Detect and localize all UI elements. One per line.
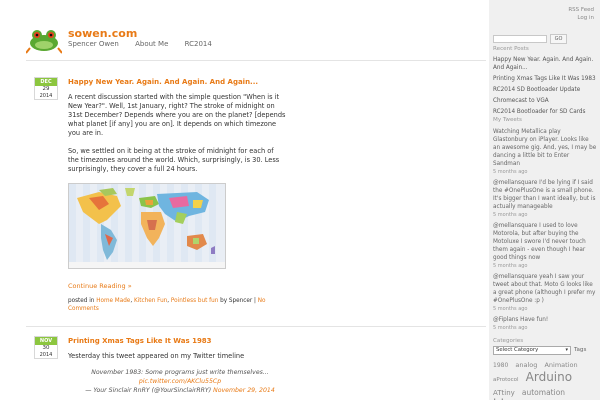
- date-day: 30: [42, 345, 50, 351]
- recent-post-link[interactable]: RC2014 SD Bootloader Update: [493, 86, 597, 94]
- date-year: 2014: [39, 352, 53, 358]
- tweet-text: @mellansquare yeah I saw your tweet abou…: [493, 274, 596, 304]
- post-body: A recent discussion started with the sim…: [68, 93, 286, 183]
- tag-link[interactable]: Arduino: [526, 370, 572, 384]
- tweet-time[interactable]: 5 months ago: [493, 262, 597, 270]
- tag-link[interactable]: Animation: [544, 361, 577, 369]
- main-nav: Spencer Owen About Me RC2014: [68, 40, 226, 48]
- date-month: DEC: [35, 78, 57, 86]
- category-link-kitchen-fun[interactable]: Kitchen Fun: [134, 298, 167, 304]
- continue-reading-link[interactable]: Continue Reading »: [68, 282, 132, 290]
- recent-post-link[interactable]: Chromecast to VGA: [493, 97, 597, 105]
- tweet-time[interactable]: 5 months ago: [493, 305, 597, 313]
- post-paragraph: So, we settled on it being at the stroke…: [68, 147, 280, 173]
- tweet-date-link[interactable]: November 29, 2014: [213, 387, 275, 394]
- tag-link[interactable]: aProtocol: [493, 377, 519, 383]
- timezone-world-map: [68, 183, 226, 269]
- rss-feed-link[interactable]: RSS Feed: [568, 6, 594, 14]
- category-link-pointless-but-fun[interactable]: Pointless but fun: [171, 298, 218, 304]
- post-paragraph: Yesterday this tweet appeared on my Twit…: [68, 352, 245, 360]
- tweet-text: Watching Metallica play Glastonbury on i…: [493, 129, 597, 167]
- tag-link[interactable]: ATtiny: [493, 389, 515, 397]
- chevron-down-icon: ▾: [565, 347, 568, 353]
- meta-prefix: posted in: [68, 298, 97, 304]
- meta-author: by Spencer |: [218, 298, 258, 304]
- search-input[interactable]: [493, 35, 547, 43]
- tag-link[interactable]: automation: [522, 388, 565, 397]
- tweet-author: — Your Sinclair RnRY (@YourSinclairRRY): [85, 387, 214, 394]
- category-select-value: Select Category: [496, 347, 539, 353]
- tweet-time[interactable]: 5 months ago: [493, 324, 597, 332]
- tweet-item: @mellansquare I'd be lying if I said the…: [493, 179, 597, 219]
- tweet-time[interactable]: 5 months ago: [493, 168, 597, 176]
- tag-link[interactable]: analog: [515, 361, 537, 369]
- embedded-tweet: November 1983: Some programs just write …: [80, 368, 280, 395]
- frog-logo[interactable]: [25, 26, 63, 54]
- post-date-badge: DEC 29 2014: [34, 77, 58, 100]
- post-paragraph: A recent discussion started with the sim…: [68, 93, 286, 137]
- recent-post-link[interactable]: Happy New Year. Again. And Again. And Ag…: [493, 56, 597, 72]
- tweet-text: @mellansquare I used to love Motorola, b…: [493, 223, 586, 261]
- tweet-text: @Fiplans Have fun!: [493, 317, 549, 323]
- recent-post-link[interactable]: Printing Xmas Tags Like It Was 1983: [493, 75, 597, 83]
- tweet-text: @mellansquare I'd be lying if I said the…: [493, 180, 596, 210]
- site-title[interactable]: sowen.com: [68, 27, 137, 40]
- post-date-badge: NOV 30 2014: [34, 336, 58, 359]
- post-divider: [26, 326, 486, 327]
- header-divider: [26, 60, 486, 61]
- recent-posts-list: Happy New Year. Again. And Again. And Ag…: [493, 56, 597, 119]
- tweet-item: @mellansquare I used to love Motorola, b…: [493, 222, 597, 270]
- nav-item-about-me[interactable]: About Me: [135, 40, 168, 48]
- tweet-pic-link[interactable]: pic.twitter.com/AKClu55Cp: [139, 378, 221, 385]
- post-title[interactable]: Happy New Year. Again. And Again. And Ag…: [68, 78, 258, 86]
- post-title[interactable]: Printing Xmas Tags Like It Was 1983: [68, 337, 212, 345]
- tweet-time[interactable]: 5 months ago: [493, 211, 597, 219]
- tags-heading: Tags: [574, 347, 587, 353]
- sidebar-meta-links: RSS Feed Log in: [568, 6, 594, 22]
- tweet-list: Watching Metallica play Glastonbury on i…: [493, 128, 597, 335]
- nav-item-rc2014[interactable]: RC2014: [185, 40, 212, 48]
- category-link-home-made[interactable]: Home Made: [96, 298, 130, 304]
- recent-posts-heading: Recent Posts: [493, 46, 529, 52]
- tweet-item: Watching Metallica play Glastonbury on i…: [493, 128, 597, 176]
- date-month: NOV: [35, 337, 57, 345]
- tweet-text: November 1983: Some programs just write …: [91, 369, 269, 376]
- nav-item-spencer-owen[interactable]: Spencer Owen: [68, 40, 119, 48]
- post-meta: posted in Home Made, Kitchen Fun, Pointl…: [68, 298, 266, 312]
- tweet-item: @Fiplans Have fun! 5 months ago: [493, 316, 597, 332]
- tweet-item: @mellansquare yeah I saw your tweet abou…: [493, 273, 597, 313]
- categories-heading: Categories: [493, 338, 524, 344]
- category-select[interactable]: Select Category ▾: [493, 346, 571, 355]
- date-day: 29: [42, 86, 50, 92]
- search-go-button[interactable]: GO: [550, 34, 567, 44]
- tag-link[interactable]: 1980: [493, 362, 508, 369]
- recent-post-link[interactable]: RC2014 Bootloader for SD Cards: [493, 108, 597, 116]
- date-year: 2014: [39, 93, 53, 99]
- tag-cloud: 1980 analog Animation aProtocol Arduino …: [493, 357, 599, 400]
- login-link[interactable]: Log in: [568, 14, 594, 22]
- my-tweets-heading: My Tweets: [493, 117, 522, 123]
